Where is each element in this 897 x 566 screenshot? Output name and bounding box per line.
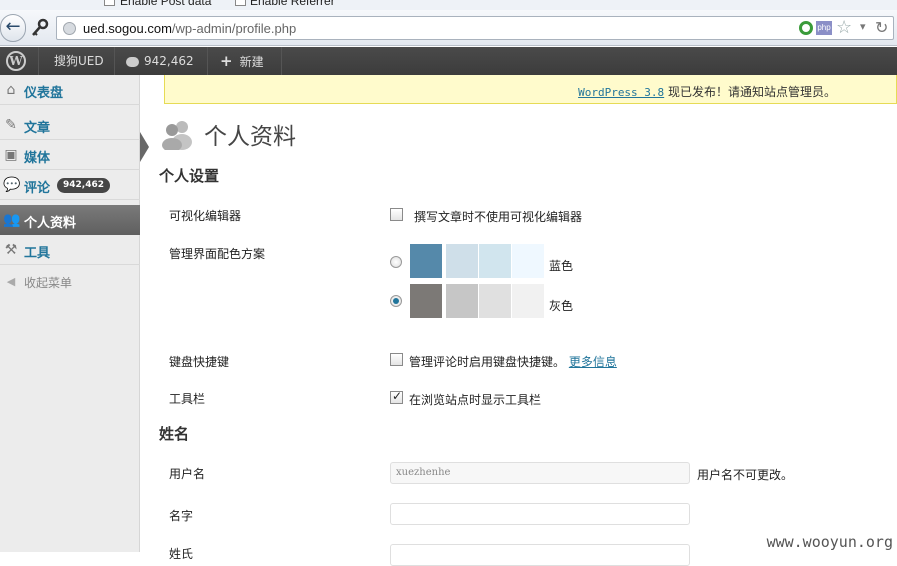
username-note: 用户名不可更改。 [697,468,794,482]
dev-toolbar: Enable Post data Enable Referrer [0,0,897,10]
sidebar-item-label: 个人资料 [24,216,77,231]
toolbar-option: 在浏览站点时显示工具栏 [409,393,542,407]
visual-editor-label: 可视化编辑器 [169,209,242,223]
first-name-field[interactable] [390,503,690,525]
referrer-checkbox[interactable] [235,0,246,6]
admin-bar-divider [207,47,208,75]
sidebar-item-posts[interactable]: ✎ 文章 [0,110,140,140]
tools-icon: ⚒ [4,242,18,258]
comment-icon: 💬 [3,177,21,193]
wordpress-version-link[interactable]: WordPress 3.8 [578,86,664,99]
back-arrow-icon[interactable]: ← [0,14,26,42]
scheme-blue-label: 蓝色 [549,259,574,273]
address-bar[interactable]: ued.sogou.com/wp-admin/profile.php php ☆… [56,16,894,40]
sidebar-item-label: 工具 [24,246,51,261]
scheme-gray-swatch-4 [512,284,544,318]
dropdown-icon[interactable]: ▾ [860,20,866,33]
scheme-blue-swatch-1 [410,244,442,278]
admin-comments-link[interactable]: 942,462 [126,47,194,75]
scheme-gray-radio[interactable] [390,295,402,307]
personal-options-heading: 个人设置 [159,167,220,185]
keyboard-shortcuts-option: 管理评论时启用键盘快捷键。 更多信息 [409,355,617,369]
name-heading: 姓名 [159,425,190,443]
scheme-gray-swatch-1 [410,284,442,318]
post-data-checkbox[interactable] [104,0,115,6]
collapse-icon: ◀ [6,275,16,288]
comments-count: 942,462 [144,54,194,68]
page-title: 个人资料 [204,124,296,150]
php-icon[interactable]: php [816,21,832,35]
star-icon[interactable]: ☆ [836,17,852,38]
comments-badge: 942,462 [57,178,110,193]
scheme-blue-swatch-4 [512,244,544,278]
color-scheme-label: 管理界面配色方案 [169,247,266,261]
toolbar-checkbox[interactable] [390,389,403,404]
scheme-blue-swatch-3 [479,244,511,278]
first-name-label: 名字 [169,509,194,523]
collapse-menu-button[interactable]: ◀ 收起菜单 [0,267,140,297]
dashboard-icon: ⌂ [6,82,16,98]
admin-bar-divider [38,47,39,75]
scheme-gray-swatch-2 [446,284,478,318]
sidebar-item-profile[interactable]: 👥 个人资料 [0,205,140,235]
username-field[interactable]: xuezhenhe [390,462,690,484]
site-name-link[interactable]: 搜狗UED [54,47,104,75]
keyboard-shortcuts-checkbox[interactable] [390,353,403,366]
g-icon[interactable] [799,21,813,35]
update-notice: WordPress 3.8 现已发布！请通知站点管理员。 [164,75,897,104]
scheme-gray-label: 灰色 [549,299,574,313]
visual-editor-checkbox[interactable] [390,208,403,221]
toolbar-label: 工具栏 [169,392,206,406]
plus-icon: + [220,52,233,70]
sidebar-item-media[interactable]: ▣ 媒体 [0,140,140,170]
sidebar-item-label: 仪表盘 [24,86,64,101]
username-value: xuezhenhe [396,467,451,478]
reload-icon[interactable]: ↻ [875,18,888,37]
sidebar-item-label: 文章 [24,121,51,136]
username-label: 用户名 [169,467,206,481]
sidebar-item-label: 评论 [24,181,51,196]
post-data-label: Enable Post data [120,0,212,8]
wordpress-logo-icon[interactable]: W [6,51,26,71]
admin-bar-divider [281,47,282,75]
sidebar-item-label: 媒体 [24,151,51,166]
admin-bar-divider [114,47,115,75]
sidebar-item-label: 收起菜单 [24,276,73,290]
media-icon: ▣ [4,147,18,163]
new-content-link[interactable]: + 新建 [220,47,264,75]
last-name-label: 姓氏 [169,547,194,561]
key-icon[interactable] [30,18,50,38]
new-label: 新建 [239,55,264,69]
watermark: www.wooyun.org [766,533,893,551]
update-notice-text: WordPress 3.8 现已发布！请通知站点管理员。 [578,83,836,100]
scheme-blue-swatch-2 [446,244,478,278]
admin-sidebar: ⌂ 仪表盘 ✎ 文章 ▣ 媒体 💬 评论 942,462 👥 个人资料 ⚒ 工具… [0,75,140,552]
scheme-gray-swatch-3 [479,284,511,318]
keyboard-shortcuts-label: 键盘快捷键 [169,355,230,369]
last-name-field[interactable] [390,544,690,566]
browser-toolbar: ← ued.sogou.com/wp-admin/profile.php php… [0,10,897,46]
sidebar-item-dashboard[interactable]: ⌂ 仪表盘 [0,75,140,105]
url-text[interactable]: ued.sogou.com/wp-admin/profile.php [83,21,296,36]
users-icon: 👥 [3,212,21,228]
scheme-blue-radio[interactable] [390,256,402,268]
sidebar-item-tools[interactable]: ⚒ 工具 [0,235,140,265]
visual-editor-option: 撰写文章时不使用可视化编辑器 [414,210,583,224]
admin-bar: W 搜狗UED 942,462 + 新建 [0,47,897,75]
pin-icon: ✎ [5,117,17,133]
globe-icon [63,22,76,35]
more-info-link[interactable]: 更多信息 [569,355,617,369]
current-menu-arrow [140,132,149,162]
comment-bubble-icon [126,56,139,67]
notice-message: 现已发布！请通知站点管理员。 [664,85,836,99]
profile-users-icon [160,118,194,152]
referrer-label: Enable Referrer [250,0,335,8]
sidebar-item-comments[interactable]: 💬 评论 942,462 [0,170,140,200]
